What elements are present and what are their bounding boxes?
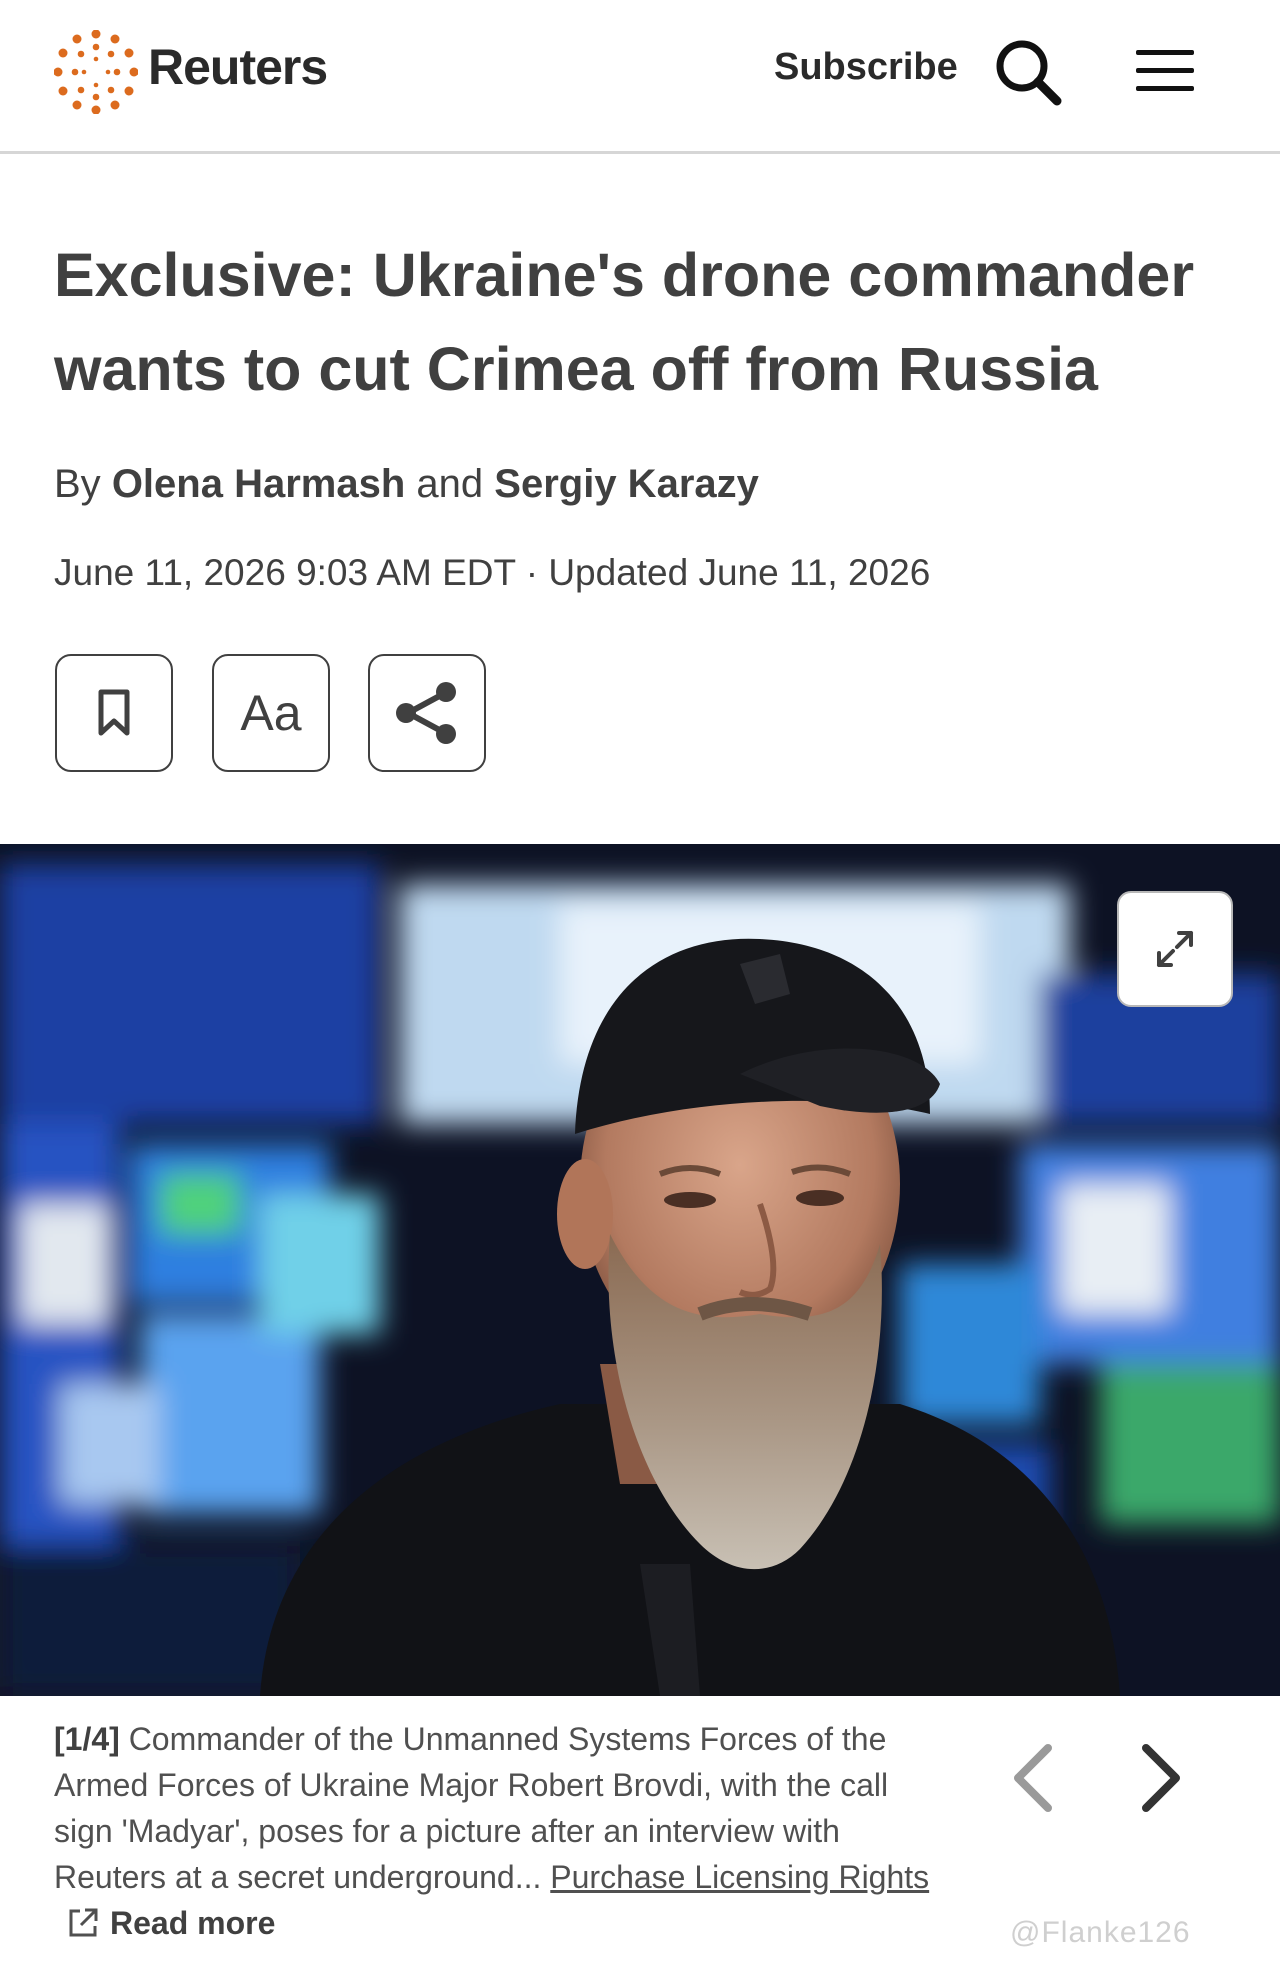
chevron-right-icon[interactable] <box>1130 1738 1190 1818</box>
photo-caption: [1/4] Commander of the Unmanned Systems … <box>54 1716 934 1946</box>
reuters-logo-icon[interactable] <box>54 30 138 114</box>
font-size-button[interactable]: Aa <box>212 654 330 772</box>
author-link-2[interactable]: Sergiy Karazy <box>494 462 759 506</box>
subscribe-link[interactable]: Subscribe <box>774 46 958 89</box>
search-icon[interactable] <box>994 38 1062 106</box>
brand-name[interactable]: Reuters <box>148 38 328 96</box>
byline-prefix: By <box>54 462 101 506</box>
external-link-icon[interactable] <box>66 1906 100 1940</box>
purchase-licensing-link[interactable]: Purchase Licensing Rights <box>550 1859 929 1895</box>
share-button[interactable] <box>368 654 486 772</box>
portrait-photo <box>0 844 1280 1696</box>
gallery-counter: [1/4] <box>54 1721 120 1757</box>
chevron-left-icon[interactable] <box>1004 1738 1064 1818</box>
expand-photo-button[interactable] <box>1117 891 1233 1007</box>
expand-icon <box>1157 931 1193 967</box>
read-more-link[interactable]: Read more <box>110 1905 275 1941</box>
font-size-label: Aa <box>240 685 302 741</box>
share-icon <box>396 682 456 744</box>
site-header: Reuters Subscribe <box>0 0 1280 154</box>
byline-joiner: and <box>416 462 484 506</box>
article-headline: Exclusive: Ukraine's drone commander wan… <box>54 241 1195 403</box>
article-photo[interactable] <box>0 844 1280 1696</box>
byline: By Olena Harmash and Sergiy Karazy <box>54 462 759 507</box>
hamburger-menu-icon[interactable] <box>1136 48 1194 94</box>
dateline: June 11, 2026 9:03 AM EDT · Updated June… <box>54 552 931 593</box>
bookmark-icon <box>98 689 130 736</box>
bookmark-button[interactable] <box>55 654 173 772</box>
image-watermark: @Flanke126 <box>1010 1916 1191 1949</box>
author-link-1[interactable]: Olena Harmash <box>112 462 405 506</box>
